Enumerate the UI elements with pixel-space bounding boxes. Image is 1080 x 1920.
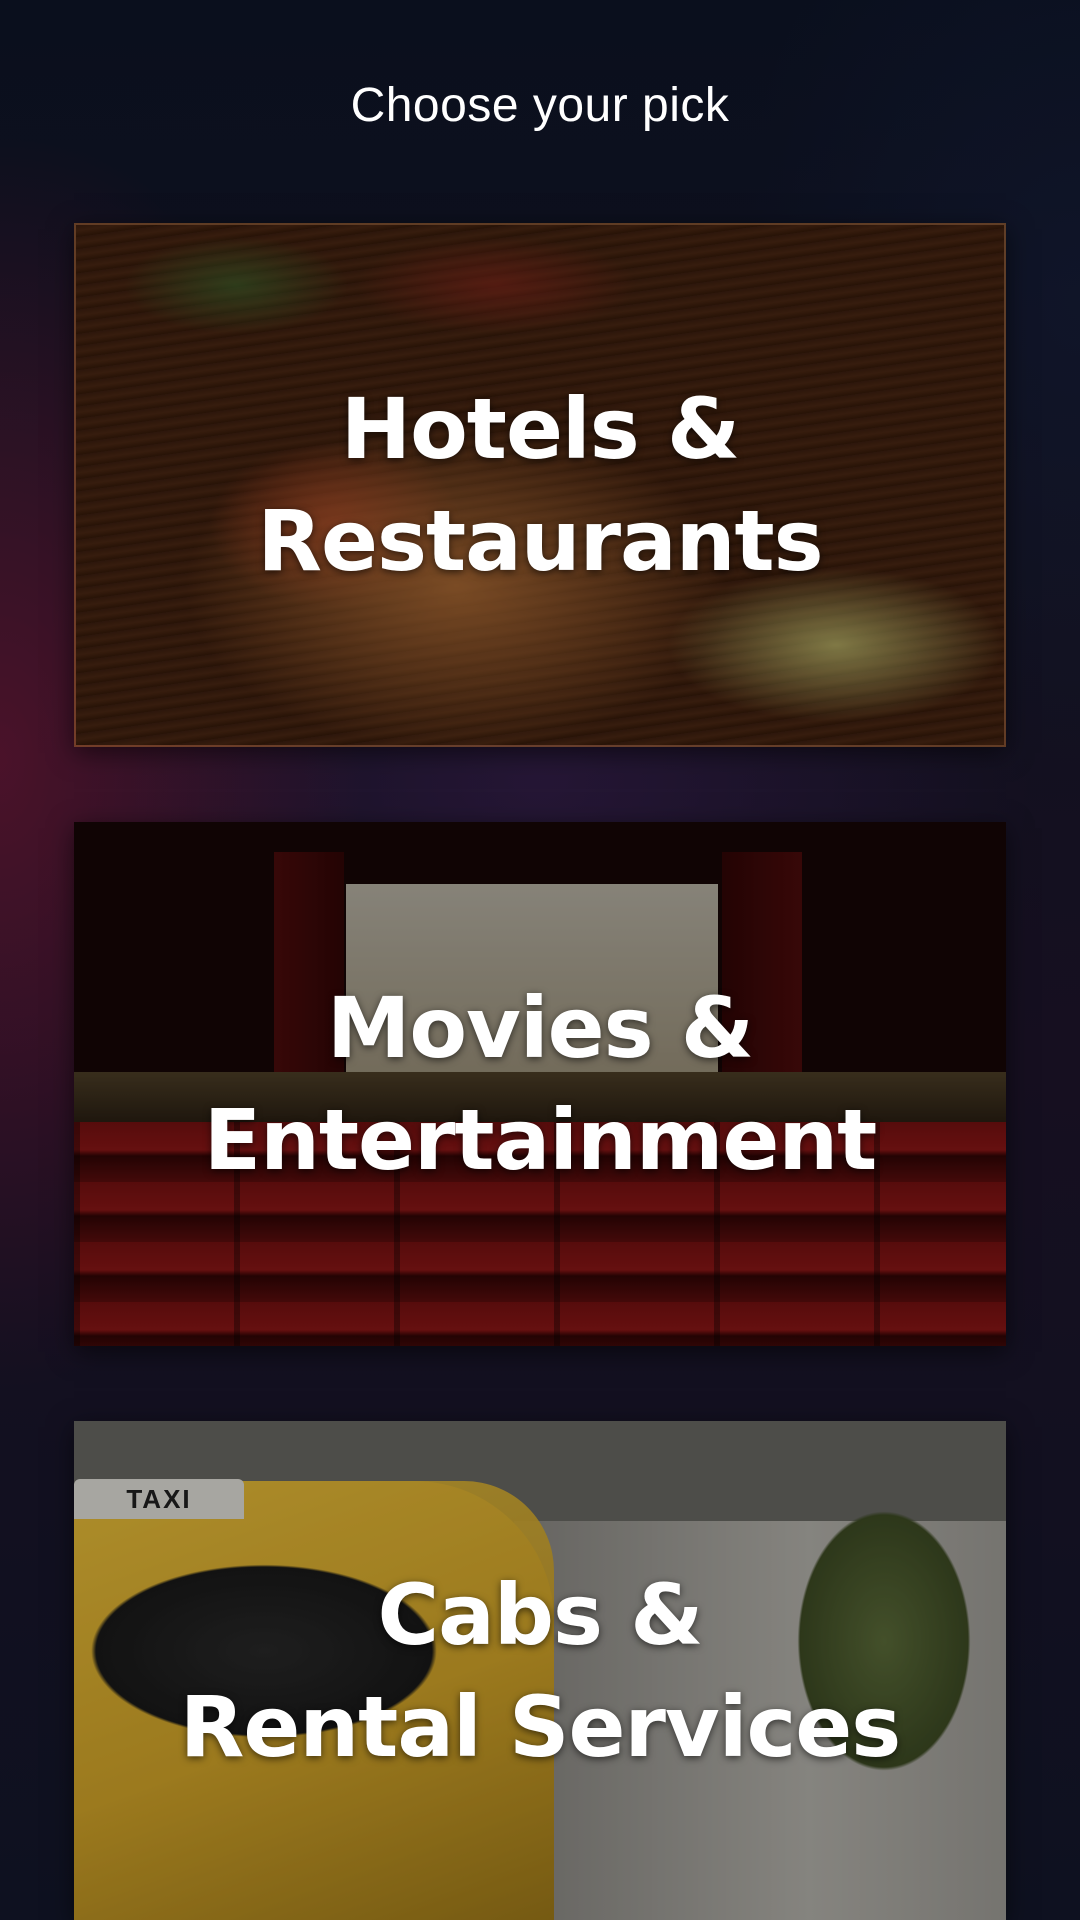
category-card-movies-entertainment[interactable]: Movies & Entertainment [74,822,1006,1346]
card-title-line2: Entertainment [203,1091,878,1189]
page-title: Choose your pick [350,79,730,132]
card-title: Hotels & Restaurants [76,373,1004,597]
category-card-cabs-rental[interactable]: TAXI Cabs & Rental Services [74,1421,1006,1920]
card-title-line1: Hotels & [340,380,740,478]
category-card-hotels-restaurants[interactable]: Hotels & Restaurants [74,223,1006,747]
card-title-line1: Cabs & [377,1565,704,1664]
card-title-line2: Restaurants [257,492,823,590]
card-title-line1: Movies & [326,979,754,1077]
card-title: Movies & Entertainment [74,972,1006,1196]
card-title-line2: Rental Services [179,1677,902,1776]
card-title: Cabs & Rental Services [74,1559,1006,1783]
